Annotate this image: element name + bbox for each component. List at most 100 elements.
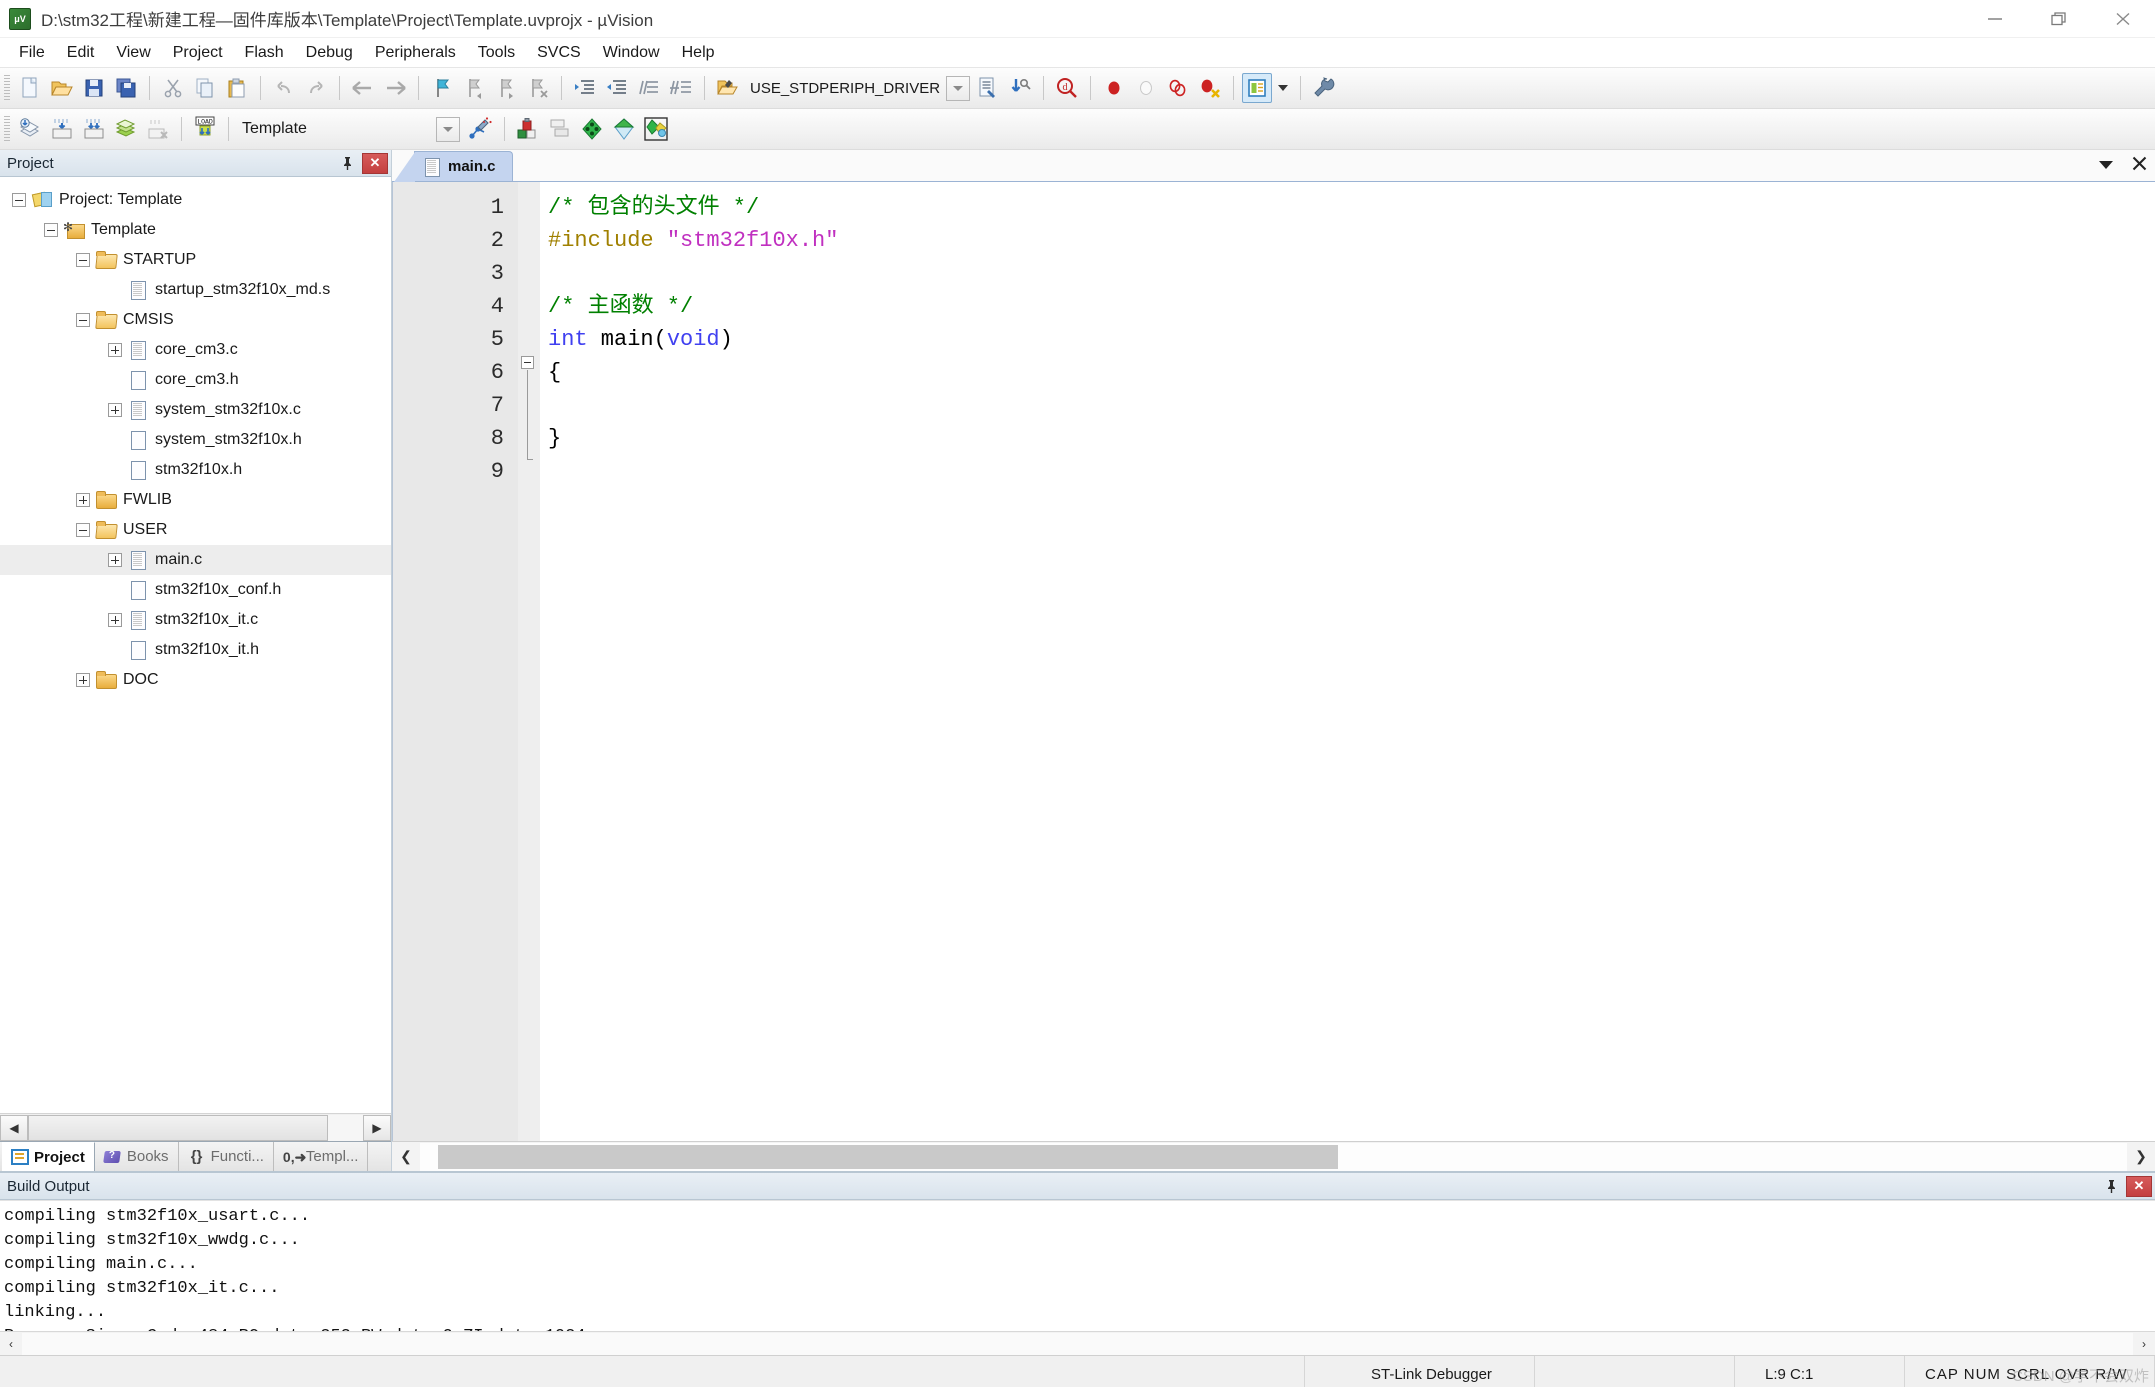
- scroll-right-icon[interactable]: ▶: [363, 1114, 391, 1141]
- close-button[interactable]: [2091, 0, 2155, 38]
- code-view[interactable]: 1 2 3 4 5 6 7 8 9 /* 包含的头文件 */ #include "stm32f10…: [392, 182, 2155, 1141]
- save-icon[interactable]: [79, 73, 109, 103]
- global-defines-combo[interactable]: USE_STDPERIPH_DRIVER: [744, 75, 972, 102]
- tree-item[interactable]: FWLIB: [0, 485, 391, 515]
- tree-item[interactable]: core_cm3.c: [0, 335, 391, 365]
- editor-hscroll-thumb[interactable]: [438, 1144, 1338, 1169]
- tree-item[interactable]: Template: [0, 215, 391, 245]
- uncomment-icon[interactable]: [666, 73, 696, 103]
- tree-item[interactable]: stm32f10x_conf.h: [0, 575, 391, 605]
- insert-breakpoint-icon[interactable]: [1099, 73, 1129, 103]
- collapse-icon[interactable]: [76, 523, 90, 537]
- tree-item[interactable]: stm32f10x_it.c: [0, 605, 391, 635]
- scroll-left-icon[interactable]: ◀: [0, 1114, 28, 1141]
- editor-tab-main-c[interactable]: main.c: [394, 151, 513, 182]
- manage-windows-icon[interactable]: [1242, 73, 1273, 103]
- paste-icon[interactable]: [222, 73, 252, 103]
- build-output-hscrollbar[interactable]: ‹ ›: [0, 1331, 2155, 1355]
- close-icon[interactable]: ✕: [362, 152, 388, 174]
- configure-target-icon[interactable]: [713, 73, 743, 103]
- code-line[interactable]: {: [548, 356, 2155, 389]
- batch-build-icon[interactable]: [111, 114, 141, 144]
- save-all-icon[interactable]: [111, 73, 141, 103]
- translate-icon[interactable]: [15, 114, 45, 144]
- auto-hide-pin-icon[interactable]: [2100, 1175, 2122, 1197]
- tree-item[interactable]: main.c: [0, 545, 391, 575]
- project-tree[interactable]: Project: Template Template STARTUP startup_…: [0, 177, 391, 1113]
- tree-item[interactable]: stm32f10x.h: [0, 455, 391, 485]
- minimize-button[interactable]: [1963, 0, 2027, 38]
- hscroll-track[interactable]: [28, 1114, 363, 1141]
- tab-project[interactable]: Project: [2, 1142, 95, 1171]
- rebuild-all-icon[interactable]: [79, 114, 109, 144]
- tree-item[interactable]: CMSIS: [0, 305, 391, 335]
- pack-installer-icon[interactable]: [641, 114, 671, 144]
- close-icon[interactable]: [2132, 156, 2147, 175]
- multi-project-icon[interactable]: [545, 114, 575, 144]
- expand-icon[interactable]: [76, 673, 90, 687]
- tree-item[interactable]: USER: [0, 515, 391, 545]
- build-output-text[interactable]: compiling stm32f10x_usart.c... compiling…: [0, 1200, 2155, 1331]
- code-line[interactable]: [548, 389, 2155, 422]
- menu-edit[interactable]: Edit: [56, 40, 106, 66]
- navigate-forward-icon[interactable]: [380, 73, 410, 103]
- code-line[interactable]: #include "stm32f10x.h": [548, 224, 2155, 257]
- kill-all-breakpoints-icon[interactable]: [1195, 73, 1225, 103]
- bookmark-prev-icon[interactable]: [459, 73, 489, 103]
- chevron-down-icon[interactable]: [2098, 157, 2114, 174]
- tab-templates[interactable]: 0,➜ Templ...: [274, 1142, 369, 1171]
- code-line[interactable]: /* 主函数 */: [548, 290, 2155, 323]
- project-tree-hscrollbar[interactable]: ◀ ▶: [0, 1113, 391, 1141]
- file-browse-icon[interactable]: [973, 73, 1003, 103]
- build-hscroll-track[interactable]: [22, 1332, 2133, 1355]
- expand-icon[interactable]: [108, 343, 122, 357]
- bookmark-toggle-icon[interactable]: [427, 73, 457, 103]
- redo-icon[interactable]: [301, 73, 331, 103]
- collapse-icon[interactable]: [44, 223, 58, 237]
- hscroll-thumb[interactable]: [28, 1114, 328, 1141]
- tree-item[interactable]: system_stm32f10x.h: [0, 425, 391, 455]
- outdent-icon[interactable]: [602, 73, 632, 103]
- new-file-icon[interactable]: [15, 73, 45, 103]
- code-line[interactable]: /* 包含的头文件 */: [548, 191, 2155, 224]
- scroll-left-icon[interactable]: ❮: [392, 1142, 420, 1171]
- navigate-back-icon[interactable]: [348, 73, 378, 103]
- chevron-down-icon[interactable]: [946, 75, 971, 101]
- select-software-packs-icon[interactable]: [609, 114, 639, 144]
- tree-item[interactable]: system_stm32f10x.c: [0, 395, 391, 425]
- stop-build-icon[interactable]: [143, 114, 173, 144]
- code-folding-column[interactable]: [518, 182, 540, 1141]
- configure-icon[interactable]: [1309, 73, 1339, 103]
- menu-view[interactable]: View: [105, 40, 161, 66]
- toolbar-grip[interactable]: [4, 75, 10, 101]
- code-line[interactable]: [548, 257, 2155, 290]
- open-file-icon[interactable]: [47, 73, 77, 103]
- menu-window[interactable]: Window: [592, 40, 671, 66]
- debug-start-icon[interactable]: d: [1052, 73, 1082, 103]
- menu-project[interactable]: Project: [162, 40, 234, 66]
- tree-item[interactable]: stm32f10x_it.h: [0, 635, 391, 665]
- tree-item[interactable]: DOC: [0, 665, 391, 695]
- editor-hscroll-track[interactable]: [420, 1142, 2127, 1171]
- expand-icon[interactable]: [108, 403, 122, 417]
- menu-debug[interactable]: Debug: [295, 40, 364, 66]
- target-options-icon[interactable]: [466, 114, 496, 144]
- manage-windows-dropdown-icon[interactable]: [1274, 73, 1292, 103]
- editor-hscrollbar[interactable]: ❮ ❯: [392, 1141, 2155, 1171]
- undo-icon[interactable]: [269, 73, 299, 103]
- tree-item[interactable]: core_cm3.h: [0, 365, 391, 395]
- code-line[interactable]: [548, 455, 2155, 488]
- code-line[interactable]: }: [548, 422, 2155, 455]
- target-select-chevron-down-icon[interactable]: [436, 116, 460, 142]
- manage-run-time-environment-icon[interactable]: [577, 114, 607, 144]
- collapse-icon[interactable]: [12, 193, 26, 207]
- tree-item[interactable]: Project: Template: [0, 185, 391, 215]
- manage-project-items-icon[interactable]: [513, 114, 543, 144]
- menu-flash[interactable]: Flash: [234, 40, 295, 66]
- download-icon[interactable]: LOAD: [190, 114, 220, 144]
- tree-item[interactable]: STARTUP: [0, 245, 391, 275]
- restore-button[interactable]: [2027, 0, 2091, 38]
- menu-peripherals[interactable]: Peripherals: [364, 40, 467, 66]
- menu-help[interactable]: Help: [671, 40, 726, 66]
- toolbar-grip[interactable]: [4, 116, 10, 142]
